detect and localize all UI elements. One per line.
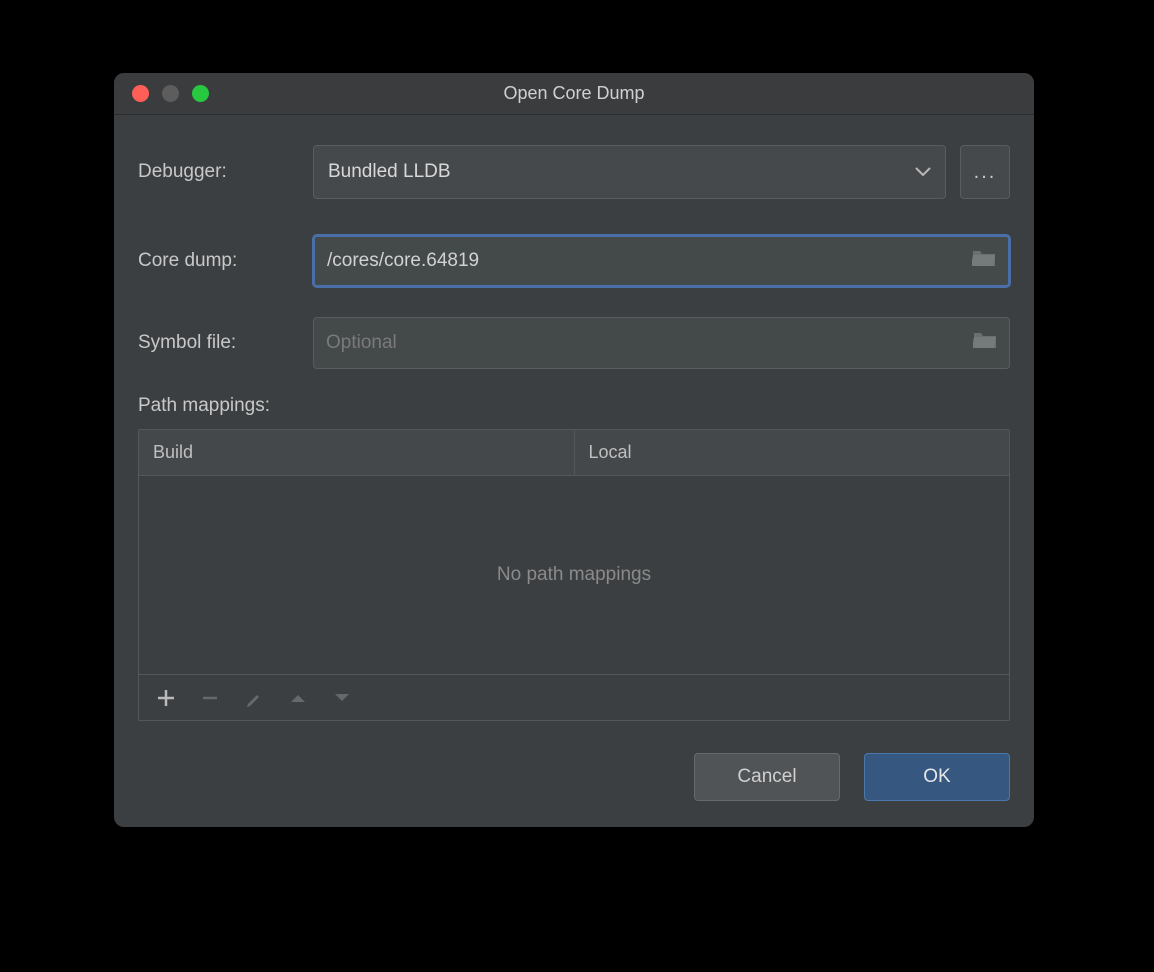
titlebar: Open Core Dump: [114, 73, 1034, 115]
core-dump-input-wrapper: [313, 235, 1010, 287]
open-core-dump-dialog: Open Core Dump Debugger: Bundled LLDB ..…: [114, 73, 1034, 827]
path-mappings-table: Build Local No path mappings: [138, 429, 1010, 721]
dialog-title: Open Core Dump: [114, 83, 1034, 104]
column-build[interactable]: Build: [139, 430, 575, 475]
cancel-label: Cancel: [737, 766, 796, 788]
window-close-button[interactable]: [132, 85, 149, 102]
dialog-buttons: Cancel OK: [114, 723, 1034, 827]
symbol-file-input-wrapper: [313, 317, 1010, 369]
move-up-button[interactable]: [289, 692, 307, 704]
add-button[interactable]: [157, 689, 175, 707]
ok-button[interactable]: OK: [864, 753, 1010, 801]
table-toolbar: [139, 674, 1009, 720]
folder-icon[interactable]: [972, 248, 996, 274]
path-mappings-label: Path mappings:: [138, 395, 1010, 417]
dialog-content: Debugger: Bundled LLDB ... Core dump: Sy…: [114, 115, 1034, 723]
chevron-down-icon: [915, 161, 931, 183]
edit-button[interactable]: [245, 689, 263, 707]
debugger-value: Bundled LLDB: [328, 161, 451, 183]
core-dump-label: Core dump:: [138, 250, 313, 272]
debugger-select[interactable]: Bundled LLDB: [313, 145, 946, 199]
table-body-empty: No path mappings: [139, 476, 1009, 674]
cancel-button[interactable]: Cancel: [694, 753, 840, 801]
move-down-button[interactable]: [333, 692, 351, 704]
debugger-row: Debugger: Bundled LLDB ...: [138, 145, 1010, 199]
ellipsis-icon: ...: [974, 161, 997, 184]
folder-icon[interactable]: [973, 330, 997, 356]
table-header: Build Local: [139, 430, 1009, 476]
empty-text: No path mappings: [497, 564, 651, 586]
core-dump-row: Core dump:: [138, 235, 1010, 287]
core-dump-input[interactable]: [327, 250, 956, 272]
remove-button[interactable]: [201, 689, 219, 707]
window-minimize-button[interactable]: [162, 85, 179, 102]
symbol-file-label: Symbol file:: [138, 332, 313, 354]
symbol-file-input[interactable]: [326, 332, 957, 354]
column-local[interactable]: Local: [575, 430, 1010, 475]
traffic-lights: [132, 85, 209, 102]
debugger-browse-button[interactable]: ...: [960, 145, 1010, 199]
ok-label: OK: [923, 766, 950, 788]
window-zoom-button[interactable]: [192, 85, 209, 102]
debugger-label: Debugger:: [138, 161, 313, 183]
symbol-file-row: Symbol file:: [138, 317, 1010, 369]
